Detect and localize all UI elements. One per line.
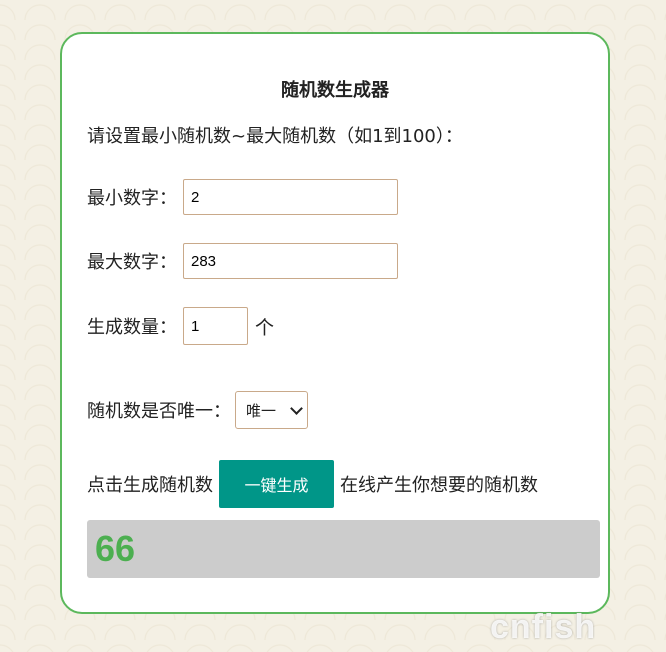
- min-number-input[interactable]: [183, 179, 398, 215]
- min-label: 最小数字：: [87, 188, 177, 209]
- count-unit: 个: [255, 316, 275, 339]
- generate-suffix-text: 在线产生你想要的随机数: [340, 475, 538, 496]
- max-label: 最大数字：: [87, 252, 177, 273]
- unique-select-value: 唯一: [246, 401, 277, 420]
- count-row: 生成数量： 个: [87, 307, 274, 345]
- count-input[interactable]: [183, 307, 248, 345]
- unique-select[interactable]: 唯一: [235, 391, 308, 429]
- page-title: 随机数生成器: [281, 80, 389, 101]
- unique-label: 随机数是否唯一：: [87, 401, 231, 422]
- site-watermark: cnfish: [490, 608, 597, 646]
- chevron-down-icon: [290, 401, 303, 415]
- generate-prefix-text: 点击生成随机数: [87, 475, 213, 496]
- min-row: 最小数字：: [87, 179, 398, 215]
- count-label: 生成数量：: [87, 317, 177, 338]
- generate-button[interactable]: 一键生成: [219, 460, 334, 508]
- max-row: 最大数字：: [87, 243, 398, 279]
- intro-text: 请设置最小随机数~最大随机数（如1到100）：: [87, 126, 463, 147]
- generate-row: 点击生成随机数 一键生成 在线产生你想要的随机数: [87, 460, 538, 508]
- unique-row: 随机数是否唯一： 唯一: [87, 391, 308, 429]
- result-display: 66: [87, 520, 600, 578]
- max-number-input[interactable]: [183, 243, 398, 279]
- random-number-card: 随机数生成器 请设置最小随机数~最大随机数（如1到100）： 最小数字： 最大数…: [60, 32, 610, 614]
